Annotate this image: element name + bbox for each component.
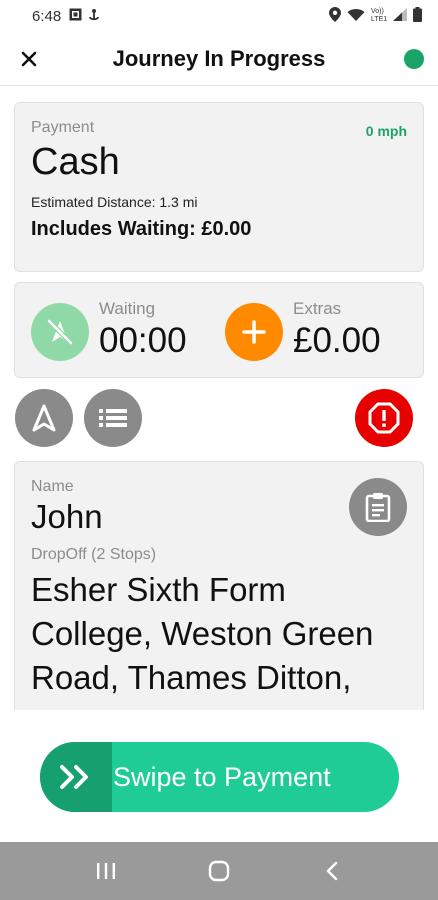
system-navigation-bar — [0, 842, 438, 900]
slashed-navigation-icon — [47, 319, 73, 345]
swipe-to-payment-slider[interactable]: Swipe to Payment — [40, 742, 399, 812]
gallery-notification-icon — [69, 8, 82, 24]
passenger-card: Name John DropOff (2 Stops) Esher Sixth … — [14, 461, 424, 721]
network-label: Vo)) LTE1 — [371, 8, 388, 23]
wifi-icon — [347, 8, 365, 25]
status-bar: 6:48 Vo)) LTE1 — [0, 0, 438, 32]
extras-value: £0.00 — [293, 321, 381, 360]
speed-readout: 0 mph — [365, 123, 407, 139]
online-status-dot — [404, 49, 424, 69]
back-icon — [326, 861, 337, 881]
waiting-label: Waiting — [99, 299, 156, 318]
waiting-button[interactable] — [31, 303, 89, 361]
recent-apps-icon — [97, 863, 116, 879]
home-button[interactable] — [199, 851, 239, 891]
estimated-distance: Estimated Distance: 1.3 mi — [31, 194, 198, 210]
extras-label: Extras — [293, 299, 342, 318]
swipe-handle[interactable] — [40, 742, 112, 812]
alert-icon — [368, 402, 400, 434]
dropoff-address: Esher Sixth Form College, Weston Green R… — [31, 571, 374, 696]
list-icon — [99, 409, 127, 427]
waiting-extras-card: Waiting 00:00 Extras £0.00 — [14, 282, 424, 378]
notes-button[interactable] — [349, 478, 407, 536]
app-header: Journey In Progress — [0, 32, 438, 86]
back-button[interactable] — [312, 851, 352, 891]
dropoff-label: DropOff (2 Stops) — [31, 546, 157, 563]
plus-icon — [242, 320, 266, 344]
payment-card: Payment 0 mph Cash Estimated Distance: 1… — [14, 102, 424, 272]
close-icon — [21, 51, 37, 67]
anchor-notification-icon — [88, 8, 100, 25]
waiting-value: 00:00 — [99, 321, 187, 360]
stops-list-button[interactable] — [84, 389, 142, 447]
close-button[interactable] — [14, 44, 44, 74]
battery-icon — [413, 7, 422, 25]
add-extras-button[interactable] — [225, 303, 283, 361]
navigation-arrow-icon — [32, 404, 56, 432]
name-label: Name — [31, 478, 74, 495]
emergency-alert-button[interactable] — [355, 389, 413, 447]
navigate-button[interactable] — [15, 389, 73, 447]
home-icon — [208, 860, 230, 882]
swipe-label: Swipe to Payment — [113, 762, 331, 792]
includes-waiting: Includes Waiting: £0.00 — [31, 218, 252, 240]
location-icon — [329, 7, 341, 25]
status-time: 6:48 — [32, 7, 62, 25]
payment-label: Payment — [31, 119, 95, 136]
recent-apps-button[interactable] — [86, 851, 126, 891]
page-title: Journey In Progress — [112, 45, 326, 71]
clipboard-icon — [365, 493, 391, 522]
payment-method: Cash — [31, 141, 120, 183]
double-chevron-right-icon — [60, 765, 88, 789]
signal-icon — [393, 8, 407, 24]
